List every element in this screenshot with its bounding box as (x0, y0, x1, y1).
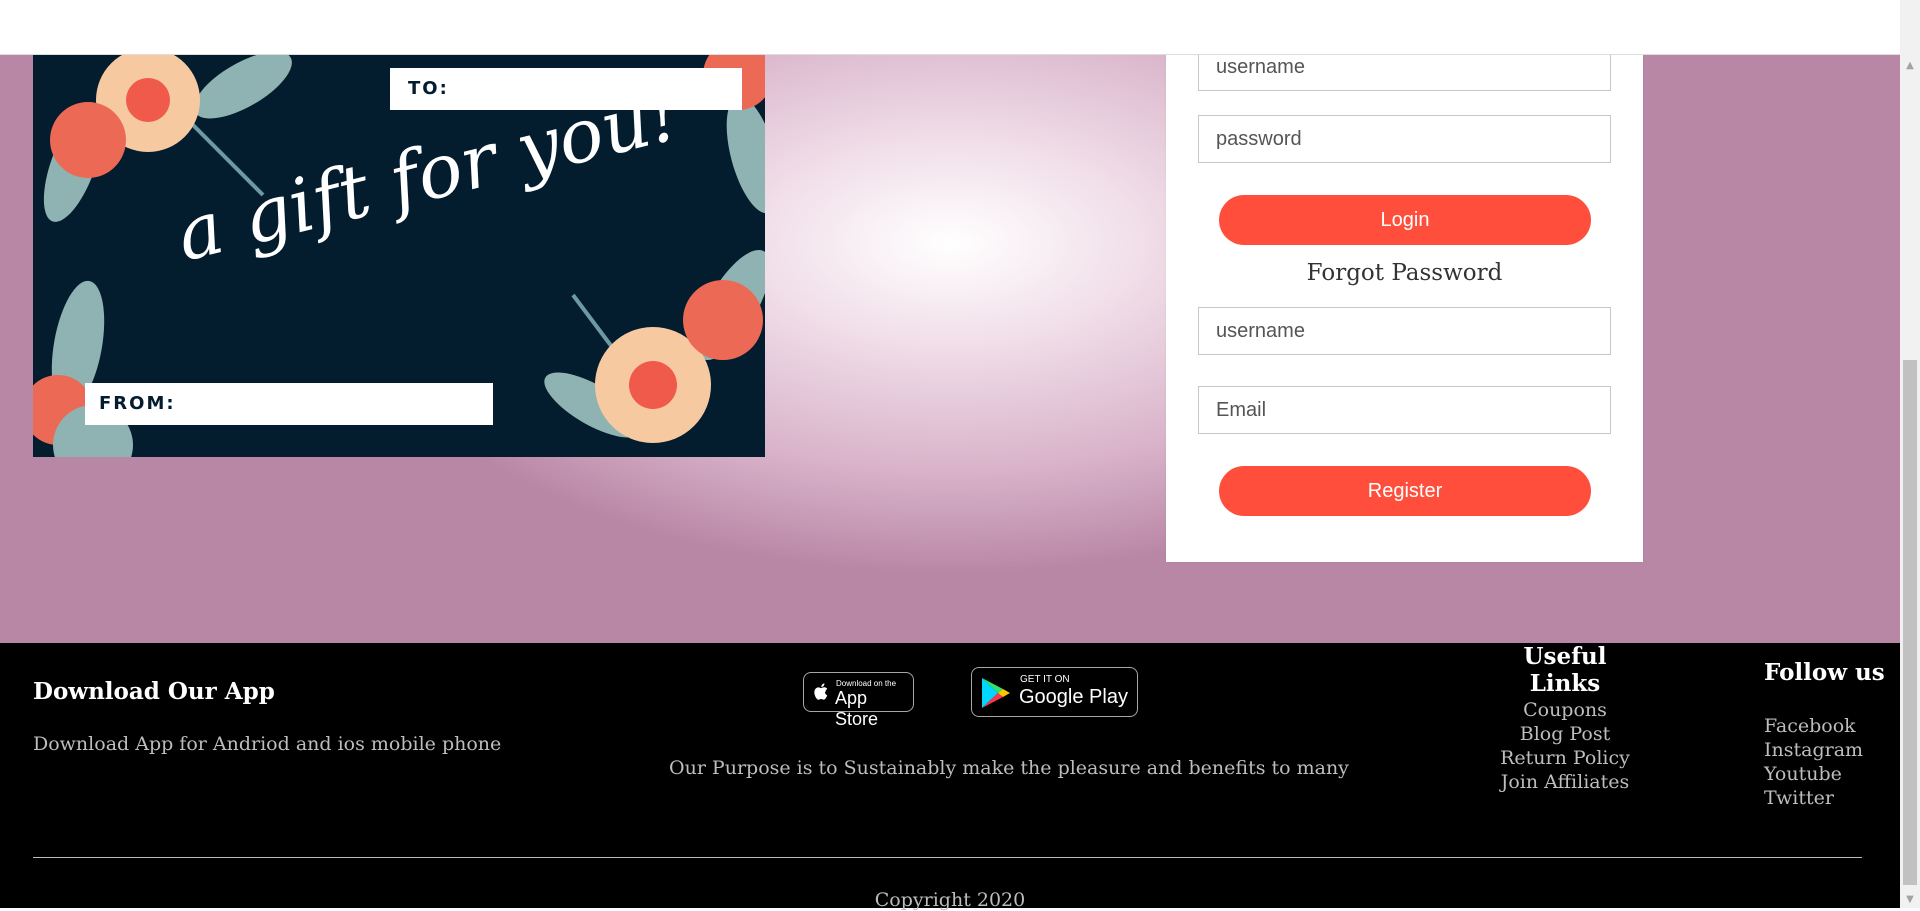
follow-links-list: Facebook Instagram Youtube Twitter (1764, 714, 1863, 810)
google-play-icon (981, 677, 1011, 714)
link-blog-post[interactable]: Blog Post (1480, 722, 1650, 746)
link-join-affiliates[interactable]: Join Affiliates (1480, 770, 1650, 794)
download-app-title: Download Our App (33, 678, 275, 705)
google-play-small-text: GET IT ON (1020, 674, 1070, 685)
google-play-badge[interactable]: GET IT ON Google Play (971, 667, 1138, 717)
app-store-badge[interactable]: Download on the App Store (803, 672, 914, 729)
download-app-text: Download App for Andriod and ios mobile … (33, 733, 502, 755)
hero-section: TO: FROM: a gift for you! Login Forgot P… (0, 0, 1900, 643)
from-tag: FROM: (85, 383, 493, 425)
apple-icon (813, 682, 829, 706)
link-coupons[interactable]: Coupons (1480, 698, 1650, 722)
register-button[interactable]: Register (1219, 466, 1591, 516)
vertical-scrollbar[interactable]: ▲ ▼ (1900, 0, 1920, 908)
google-play-big-text: Google Play (1019, 686, 1128, 708)
app-store-small-text: Download on the (836, 679, 897, 688)
footer: Download Our App Download App for Andrio… (0, 643, 1900, 911)
scroll-up-icon[interactable]: ▲ (1900, 57, 1920, 74)
gift-card-image: TO: FROM: a gift for you! (33, 45, 765, 457)
login-button[interactable]: Login (1219, 195, 1591, 245)
link-twitter[interactable]: Twitter (1764, 786, 1863, 810)
link-facebook[interactable]: Facebook (1764, 714, 1863, 738)
useful-links-list: Coupons Blog Post Return Policy Join Aff… (1480, 698, 1650, 794)
top-bar (0, 0, 1900, 55)
forgot-password-title: Forgot Password (1306, 260, 1503, 286)
useful-links-title: Useful Links (1523, 643, 1607, 697)
follow-us-title: Follow us (1764, 659, 1885, 686)
link-youtube[interactable]: Youtube (1764, 762, 1863, 786)
forgot-username-input[interactable] (1198, 307, 1611, 355)
purpose-text: Our Purpose is to Sustainably make the p… (669, 757, 1349, 779)
scrollbar-thumb[interactable] (1903, 360, 1917, 885)
footer-divider (33, 857, 1862, 858)
link-return-policy[interactable]: Return Policy (1480, 746, 1650, 770)
auth-panel: Login Forgot Password Register (1166, 40, 1643, 562)
login-password-input[interactable] (1198, 115, 1611, 163)
scroll-down-icon[interactable]: ▼ (1900, 891, 1920, 908)
app-store-big-text: App Store (835, 688, 879, 729)
email-input[interactable] (1198, 386, 1611, 434)
link-instagram[interactable]: Instagram (1764, 738, 1863, 762)
